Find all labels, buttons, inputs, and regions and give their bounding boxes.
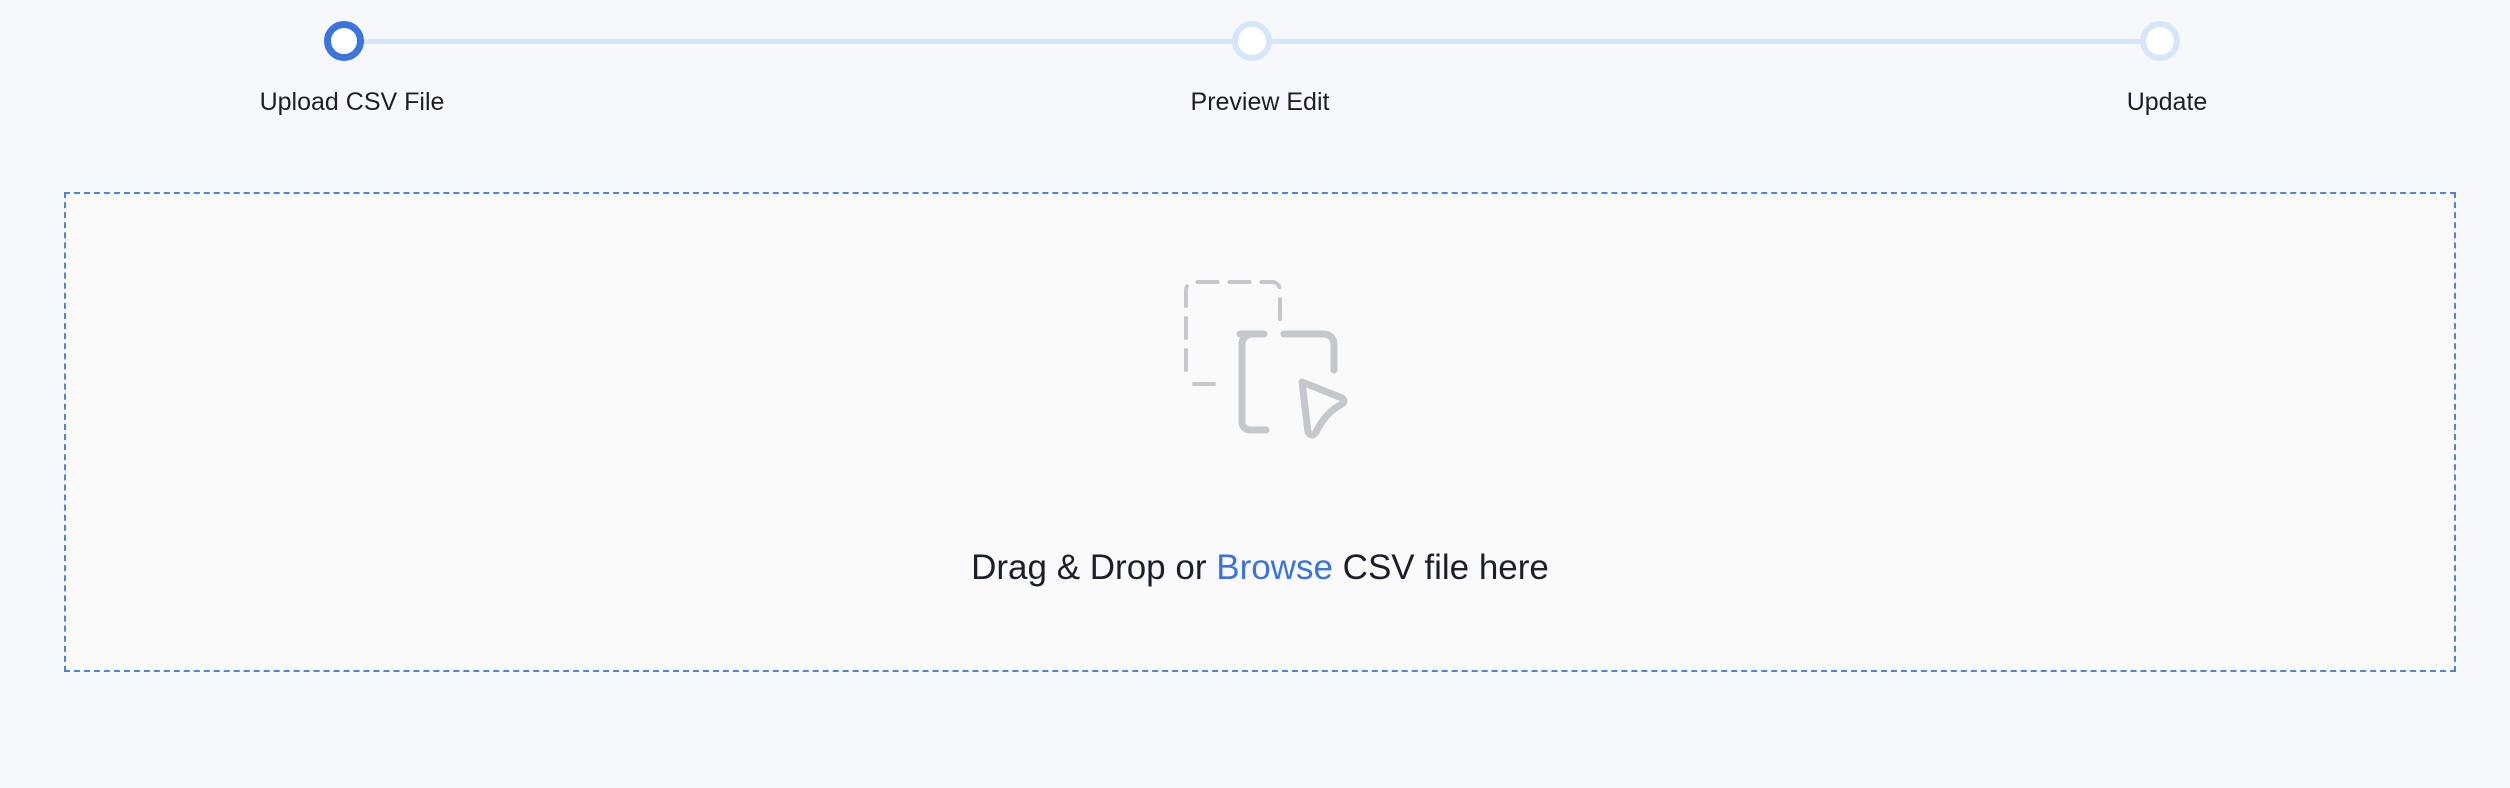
step-3-indicator [2140, 21, 2180, 61]
step-1-indicator [324, 21, 364, 61]
browse-link[interactable]: Browse [1216, 548, 1333, 587]
step-3-label: Update [2126, 88, 2208, 116]
csv-dropzone[interactable]: Drag & Drop or Browse CSV file here [64, 192, 2456, 672]
step-1-label: Upload CSV File [259, 88, 445, 116]
step-2-label: Preview Edit [1190, 88, 1330, 116]
dropzone-text-before: Drag & Drop or [971, 548, 1207, 587]
dropzone-text-after: CSV file here [1342, 548, 1549, 587]
step-connector [1252, 39, 2159, 44]
drag-drop-icon [1184, 280, 1348, 439]
dropzone-instructions: Drag & Drop or Browse CSV file here [66, 548, 2454, 588]
step-2-indicator [1232, 21, 1272, 61]
step-connector [344, 39, 1252, 44]
stepper: Upload CSV File Preview Edit Update [0, 0, 2510, 140]
